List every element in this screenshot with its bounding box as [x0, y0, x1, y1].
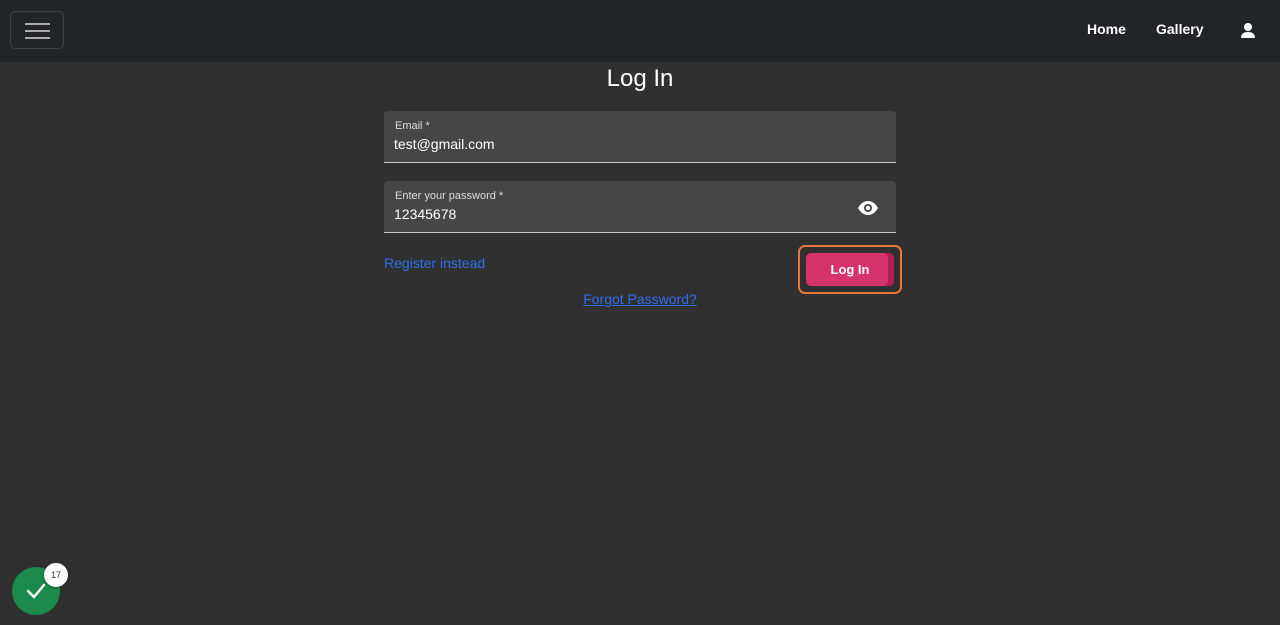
user-icon [1241, 23, 1255, 38]
nav-link-gallery[interactable]: Gallery [1156, 21, 1203, 37]
user-menu-button[interactable] [1238, 20, 1258, 42]
check-icon [26, 583, 46, 599]
eye-icon [858, 201, 878, 215]
hamburger-icon-bar [25, 37, 50, 39]
register-instead-link[interactable]: Register instead [384, 255, 485, 271]
menu-toggle-button[interactable] [10, 11, 64, 49]
login-button-focus-ring: Log In [798, 245, 902, 294]
forgot-password-row: Forgot Password? [0, 291, 1280, 307]
hamburger-icon [25, 23, 50, 25]
page-title: Log In [606, 65, 674, 92]
password-input[interactable] [394, 205, 834, 223]
hamburger-icon-bar [25, 30, 50, 32]
login-button[interactable]: Log In [806, 253, 894, 286]
email-field[interactable]: Email * [384, 111, 896, 163]
forgot-password-link[interactable]: Forgot Password? [583, 291, 697, 307]
password-label: Enter your password * [395, 190, 504, 202]
email-label: Email * [395, 120, 430, 132]
top-navbar: Home Gallery [0, 0, 1280, 62]
password-field[interactable]: Enter your password * [384, 181, 896, 233]
email-input[interactable] [394, 135, 834, 153]
status-count-badge: 17 [44, 563, 68, 587]
nav-link-home[interactable]: Home [1087, 21, 1126, 37]
toggle-password-visibility-button[interactable] [856, 200, 880, 216]
